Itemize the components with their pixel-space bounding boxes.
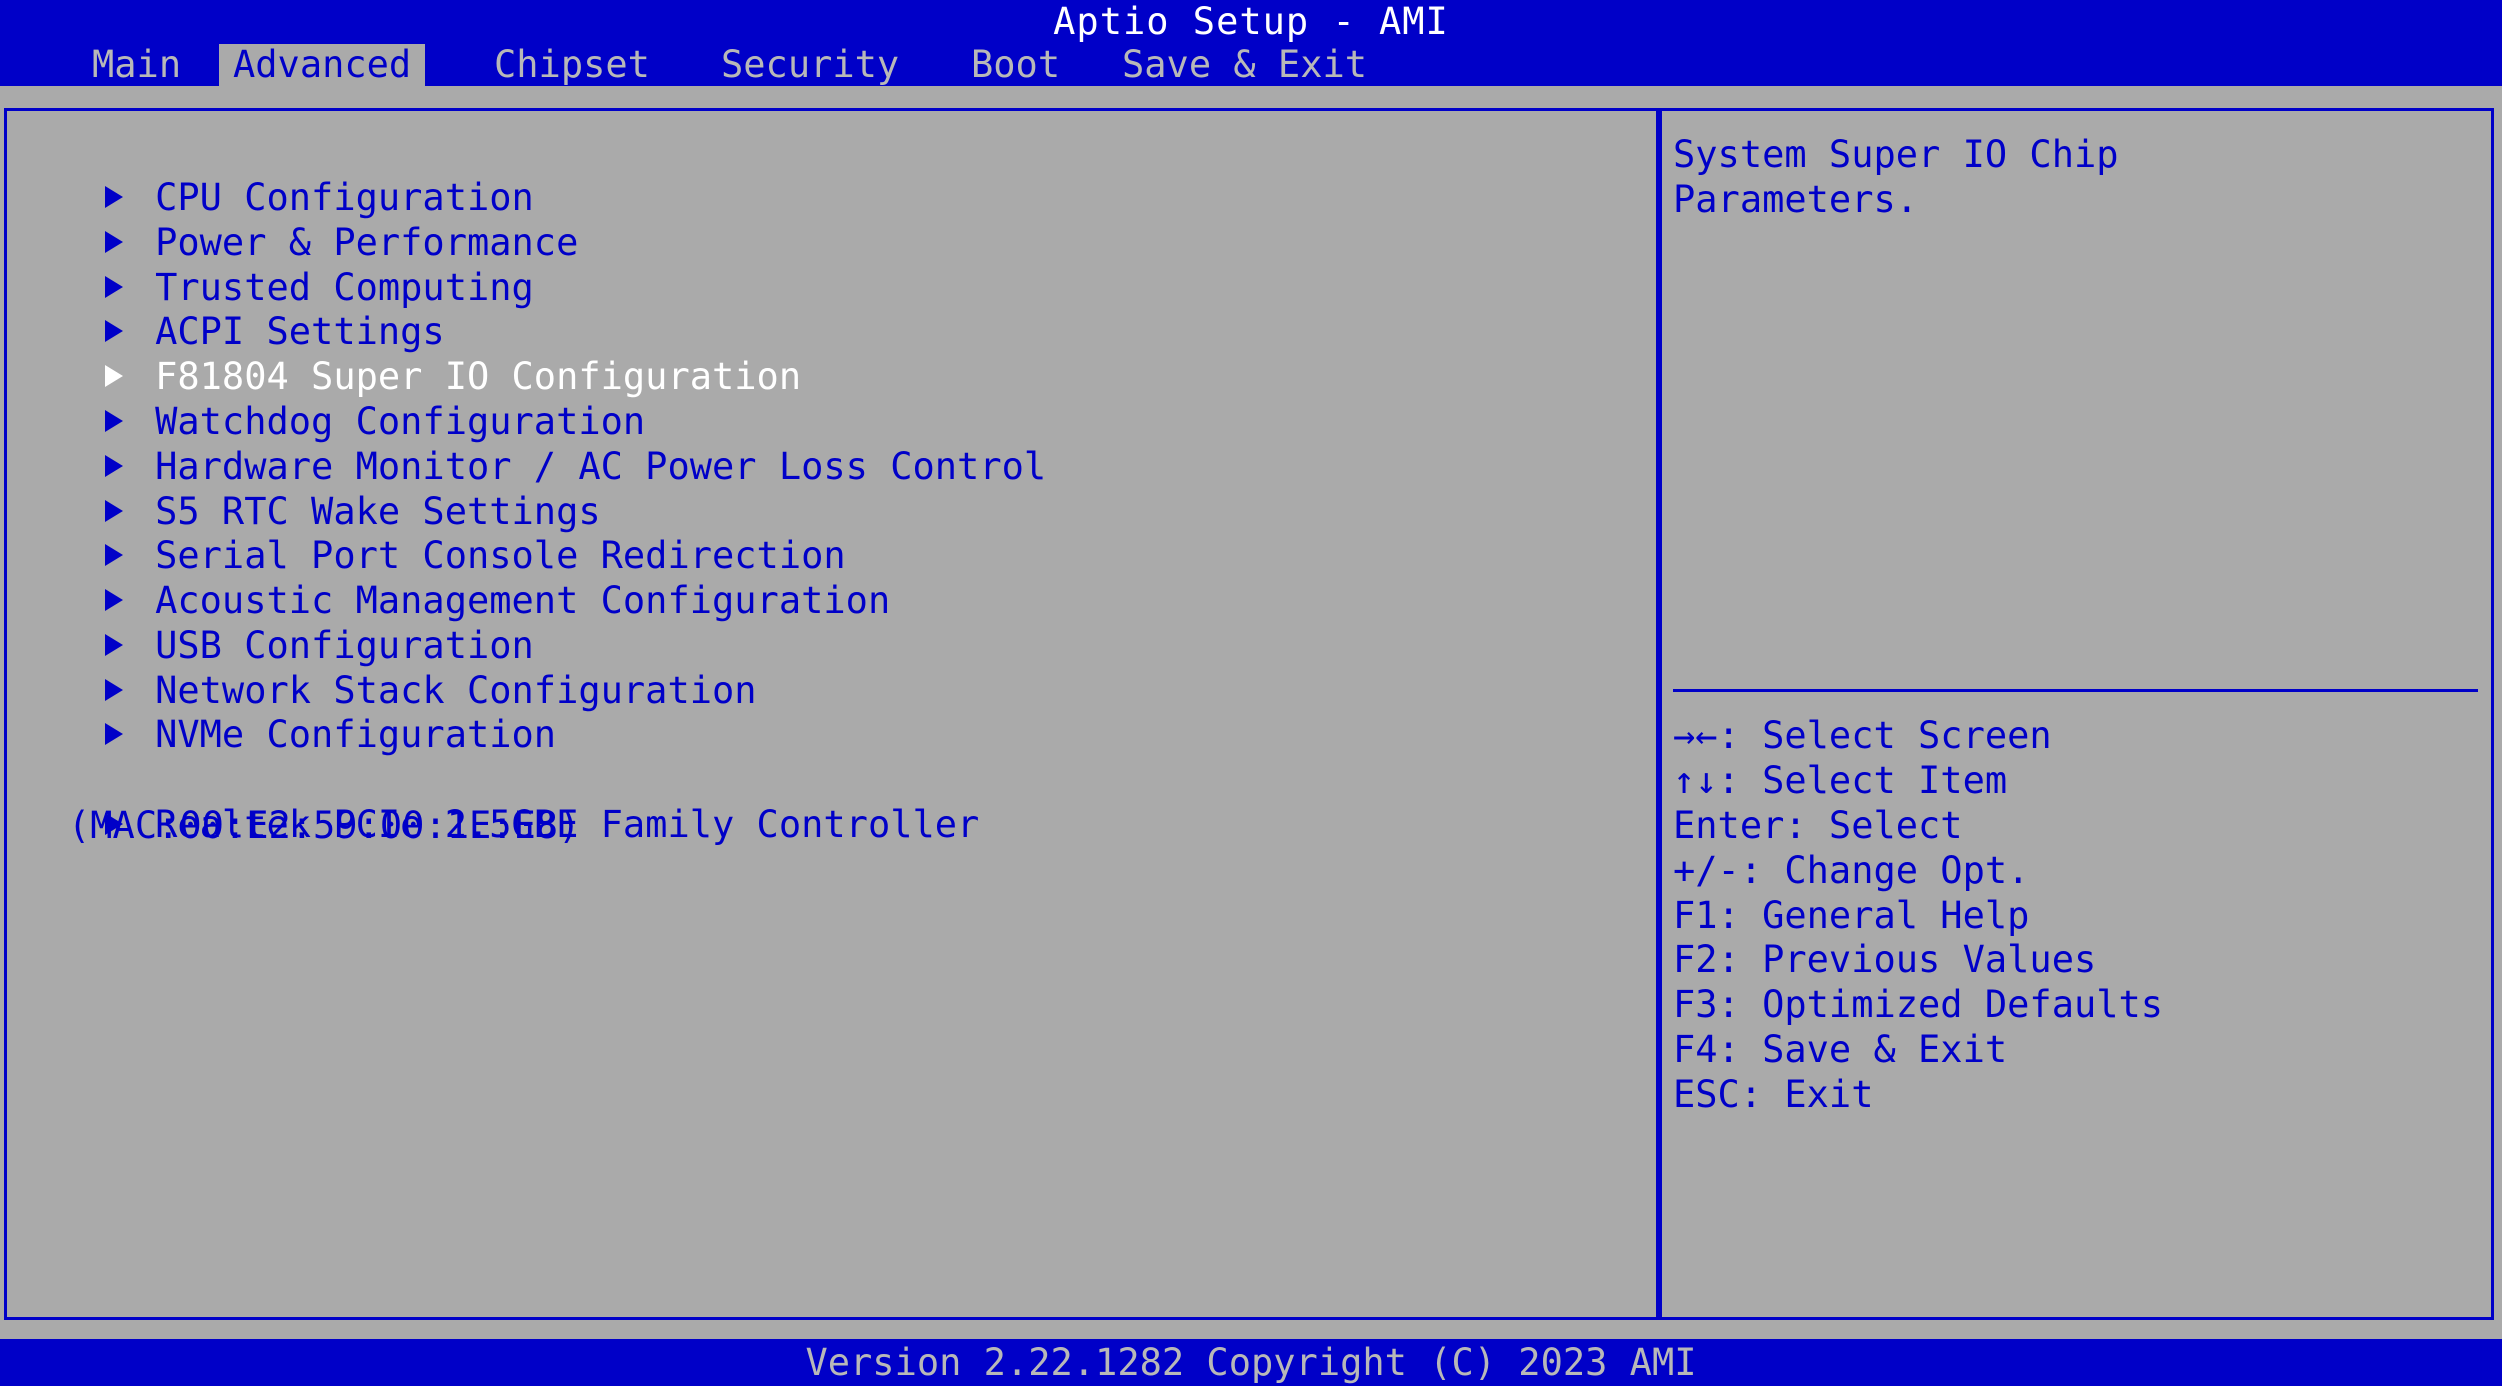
key-hint-select-screen: →←: Select Screen — [1673, 714, 2052, 757]
key-hint-f3: F3: Optimized Defaults — [1673, 983, 2164, 1026]
help-description-line2: Parameters. — [1673, 178, 1919, 221]
bios-screen: Aptio Setup - AMI Main Advanced Chipset … — [0, 0, 2502, 1386]
menu-item-usb-configuration[interactable]: USB Configuration — [16, 580, 534, 667]
key-hint-select-item: ↑↓: Select Item — [1673, 759, 2008, 802]
key-hint-f1: F1: General Help — [1673, 894, 2030, 937]
key-hint-enter: Enter: Select — [1673, 804, 1963, 847]
key-hint-change-opt: +/-: Change Opt. — [1673, 849, 2030, 892]
version-text: Version 2.22.1282 Copyright (C) 2023 AMI — [805, 1341, 1697, 1384]
menu-item-serial-port-console[interactable]: Serial Port Console Redirection — [16, 490, 846, 577]
key-hint-f2: F2: Previous Values — [1673, 938, 2097, 981]
menu-item-power-performance[interactable]: Power & Performance — [16, 177, 578, 264]
menu-item-realtek-controller[interactable]: Realtek PCIe 2.5GBE Family Controller — [16, 759, 979, 846]
tab-chipset[interactable]: Chipset — [480, 44, 664, 86]
submenu-arrow-icon — [105, 722, 124, 745]
key-hint-esc: ESC: Exit — [1673, 1073, 1874, 1116]
help-separator — [1673, 689, 2478, 692]
tab-bar: Main Advanced Chipset Security Boot Save… — [0, 44, 2502, 86]
tab-main[interactable]: Main — [78, 44, 195, 86]
help-description-line1: System Super IO Chip — [1673, 133, 2119, 176]
menu-item-cpu-configuration[interactable]: CPU Configuration — [16, 132, 534, 219]
menu-item-hardware-monitor[interactable]: Hardware Monitor / AC Power Loss Control — [16, 401, 1046, 488]
panel-divider — [1656, 108, 1662, 1320]
key-hint-f4: F4: Save & Exit — [1673, 1028, 2008, 1071]
menu-item-label: NVMe Configuration — [155, 713, 557, 756]
menu-item-acpi-settings[interactable]: ACPI Settings — [16, 266, 445, 353]
realtek-mac-address: (MAC:00:E2:59:00:1E:E8) — [68, 804, 581, 847]
tab-security[interactable]: Security — [707, 44, 913, 86]
bottom-bar: Version 2.22.1282 Copyright (C) 2023 AMI — [0, 1339, 2502, 1386]
menu-item-trusted-computing[interactable]: Trusted Computing — [16, 222, 534, 309]
menu-item-s5-rtc-wake[interactable]: S5 RTC Wake Settings — [16, 446, 601, 533]
menu-item-watchdog-configuration[interactable]: Watchdog Configuration — [16, 356, 645, 443]
menu-item-acoustic-management[interactable]: Acoustic Management Configuration — [16, 535, 890, 622]
app-title: Aptio Setup - AMI — [1053, 0, 1449, 43]
menu-item-nvme-configuration[interactable]: NVMe Configuration — [16, 669, 556, 756]
tab-boot[interactable]: Boot — [957, 44, 1074, 86]
tab-save-exit[interactable]: Save & Exit — [1108, 44, 1381, 86]
menu-item-super-io-configuration[interactable]: F81804 Super IO Configuration — [16, 311, 801, 398]
menu-item-network-stack[interactable]: Network Stack Configuration — [16, 625, 757, 712]
tab-advanced[interactable]: Advanced — [219, 44, 426, 86]
top-bar: Aptio Setup - AMI Main Advanced Chipset … — [0, 0, 2502, 86]
